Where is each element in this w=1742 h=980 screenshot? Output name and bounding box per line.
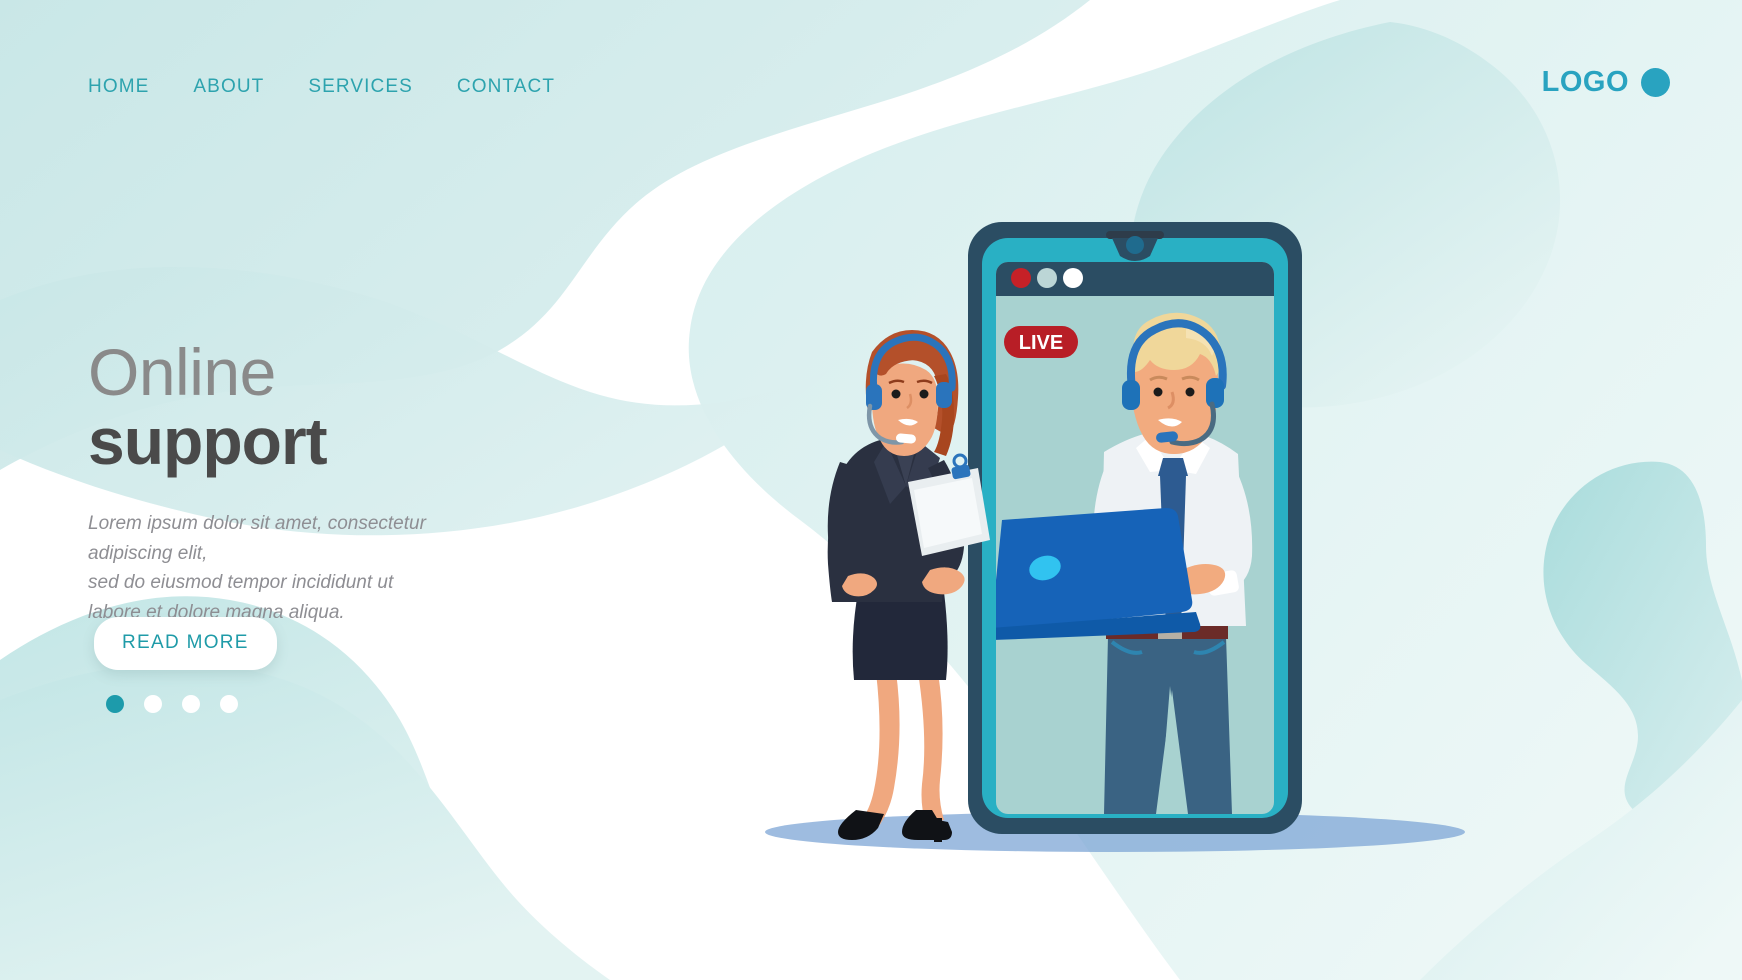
carousel-dot-2[interactable] [144, 695, 162, 713]
brand-logo-text: LOGO [1541, 66, 1629, 98]
female-leg-right [918, 672, 944, 824]
window-close-dot [1011, 268, 1031, 288]
male-eye-left [1153, 387, 1163, 397]
page-title-bold: support [88, 403, 328, 478]
female-shoe-right [902, 810, 952, 840]
laptop-lid [996, 508, 1193, 630]
nav-item-home[interactable]: HOME [88, 72, 149, 102]
carousel-dot-1[interactable] [106, 695, 124, 713]
male-eye-right [1185, 387, 1195, 397]
brand-logo[interactable]: LOGO [1542, 66, 1670, 99]
female-eye-right [919, 389, 929, 399]
clipboard-clip-ring [952, 453, 968, 469]
hero-copy: Online support Lorem ipsum dolor sit ame… [88, 335, 608, 627]
female-skirt [852, 592, 948, 680]
agent-female [827, 330, 990, 842]
page-title-light: Online [88, 335, 276, 409]
headset-earcup-left [1122, 380, 1140, 410]
live-badge-label: LIVE [1019, 332, 1063, 354]
read-more-button[interactable]: READ MORE [94, 617, 277, 670]
window-maximize-dot [1063, 268, 1083, 288]
nav-item-about[interactable]: ABOUT [193, 72, 264, 102]
live-badge: LIVE [1004, 326, 1078, 358]
hero-paragraph-line-2: sed do eiusmod tempor incididunt ut [88, 572, 394, 594]
nav-item-services[interactable]: SERVICES [308, 72, 413, 102]
hero-paragraph-line-1: Lorem ipsum dolor sit amet, consectetur … [88, 513, 426, 564]
female-eye-left [891, 389, 901, 399]
hero-paragraph: Lorem ipsum dolor sit amet, consectetur … [88, 509, 508, 627]
female-earcup-right [936, 382, 952, 408]
landing-page-stage: HOME ABOUT SERVICES CONTACT LOGO Online … [0, 0, 1742, 980]
female-shoe-right-heel [934, 818, 942, 842]
headset-earcup-right [1206, 378, 1224, 408]
laptop [996, 508, 1201, 640]
nav-item-contact[interactable]: CONTACT [457, 72, 555, 102]
filled-circle-icon [1641, 68, 1670, 97]
read-more-label: READ MORE [122, 632, 249, 653]
female-leg-left [860, 672, 900, 830]
carousel-dot-3[interactable] [182, 695, 200, 713]
carousel-dot-4[interactable] [220, 695, 238, 713]
camera-icon [1126, 236, 1144, 254]
male-tie-knot [1158, 458, 1188, 476]
carousel-pagination [106, 695, 238, 713]
window-minimize-dot [1037, 268, 1057, 288]
main-navigation: HOME ABOUT SERVICES CONTACT [88, 72, 555, 102]
